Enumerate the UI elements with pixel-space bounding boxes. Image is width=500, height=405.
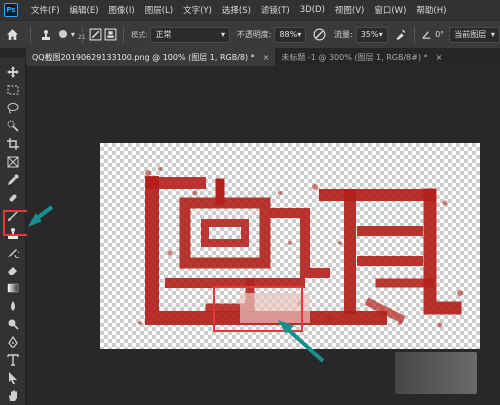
close-icon[interactable]: × — [263, 53, 270, 62]
hand-tool-icon[interactable] — [4, 388, 22, 404]
gradient-tool-icon[interactable] — [4, 280, 22, 296]
chevron-down-icon: ▾ — [220, 30, 225, 39]
spot-healing-tool-icon[interactable] — [4, 190, 22, 206]
type-tool-icon[interactable] — [4, 352, 22, 368]
cloned-region-highlight — [213, 286, 303, 332]
menu-3d[interactable]: 3D(D) — [295, 5, 330, 15]
move-tool-icon[interactable] — [4, 64, 22, 80]
opacity-label: 不透明度: — [236, 30, 272, 39]
dodge-tool-icon[interactable] — [4, 316, 22, 332]
menu-view[interactable]: 视图(V) — [330, 4, 369, 16]
flow-field[interactable]: 35% ▾ — [355, 26, 388, 43]
blend-mode-value: 正常 — [155, 30, 172, 39]
angle-value: 0° — [435, 30, 445, 39]
options-bar: ▾ 模式: 正常 ▾ 不透明度: 88% ▾ 流量: 35% ▾ 0° 当前图层 ▾ — [0, 20, 500, 48]
blur-tool-icon[interactable] — [4, 298, 22, 314]
lasso-tool-icon[interactable] — [4, 100, 22, 116]
flow-value: 35% — [360, 30, 379, 39]
clone-source-icon[interactable] — [103, 25, 118, 45]
pressure-opacity-icon[interactable] — [310, 25, 329, 45]
tab-label: 未标题 -1 @ 300% (图层 1, RGB/8#) * — [281, 52, 428, 62]
angle-icon[interactable] — [420, 25, 434, 45]
opacity-value: 88% — [279, 30, 298, 39]
tab-document-1[interactable]: QQ截图20190629133100.png @ 100% (图层 1, RGB… — [26, 48, 276, 66]
crop-tool-icon[interactable] — [4, 136, 22, 152]
menu-type[interactable]: 文字(Y) — [178, 4, 217, 16]
menu-image[interactable]: 图像(I) — [104, 4, 140, 16]
marquee-tool-icon[interactable] — [4, 82, 22, 98]
home-icon[interactable] — [0, 25, 25, 45]
airbrush-icon[interactable] — [392, 25, 409, 45]
eraser-tool-icon[interactable] — [4, 262, 22, 278]
menu-window[interactable]: 窗口(W) — [369, 4, 411, 16]
menu-bar: Ps 文件(F) 编辑(E) 图像(I) 图层(L) 文字(Y) 选择(S) 滤… — [0, 0, 500, 20]
menu-filter[interactable]: 滤镜(T) — [256, 4, 295, 16]
menu-layer[interactable]: 图层(L) — [140, 4, 178, 16]
tab-label: QQ截图20190629133100.png @ 100% (图层 1, RGB… — [32, 52, 255, 62]
frame-tool-icon[interactable] — [4, 154, 22, 170]
chevron-down-icon: ▾ — [297, 30, 302, 39]
photoshop-logo: Ps — [4, 3, 18, 17]
quick-selection-tool-icon[interactable] — [4, 118, 22, 134]
menu-file[interactable]: 文件(F) — [26, 4, 65, 16]
clone-stamp-preset-icon[interactable] — [36, 25, 55, 45]
document-tabs: QQ截图20190629133100.png @ 100% (图层 1, RGB… — [26, 48, 500, 66]
brush-preset-picker[interactable]: ▾ — [55, 25, 77, 45]
blend-mode-select[interactable]: 正常 ▾ — [150, 26, 230, 43]
close-icon[interactable]: × — [436, 53, 443, 62]
sample-value: 当前图层 — [454, 30, 487, 39]
menu-select[interactable]: 选择(S) — [217, 4, 256, 16]
path-selection-tool-icon[interactable] — [4, 370, 22, 386]
pen-tool-icon[interactable] — [4, 334, 22, 350]
menu-edit[interactable]: 编辑(E) — [65, 4, 104, 16]
brush-size-value: 21 — [78, 34, 86, 41]
chevron-down-icon: ▾ — [378, 30, 383, 39]
flow-label: 流量: — [333, 30, 353, 39]
tab-document-2[interactable]: 未标题 -1 @ 300% (图层 1, RGB/8#) * × — [275, 48, 448, 66]
watermark — [395, 352, 477, 394]
sample-select[interactable]: 当前图层 ▾ — [449, 26, 500, 43]
chevron-down-icon: ▾ — [490, 30, 495, 39]
menu-help[interactable]: 帮助(H) — [411, 4, 451, 16]
opacity-field[interactable]: 88% ▾ — [274, 26, 307, 43]
brush-settings-icon[interactable] — [88, 25, 103, 45]
eyedropper-tool-icon[interactable] — [4, 172, 22, 188]
history-brush-tool-icon[interactable] — [4, 244, 22, 260]
